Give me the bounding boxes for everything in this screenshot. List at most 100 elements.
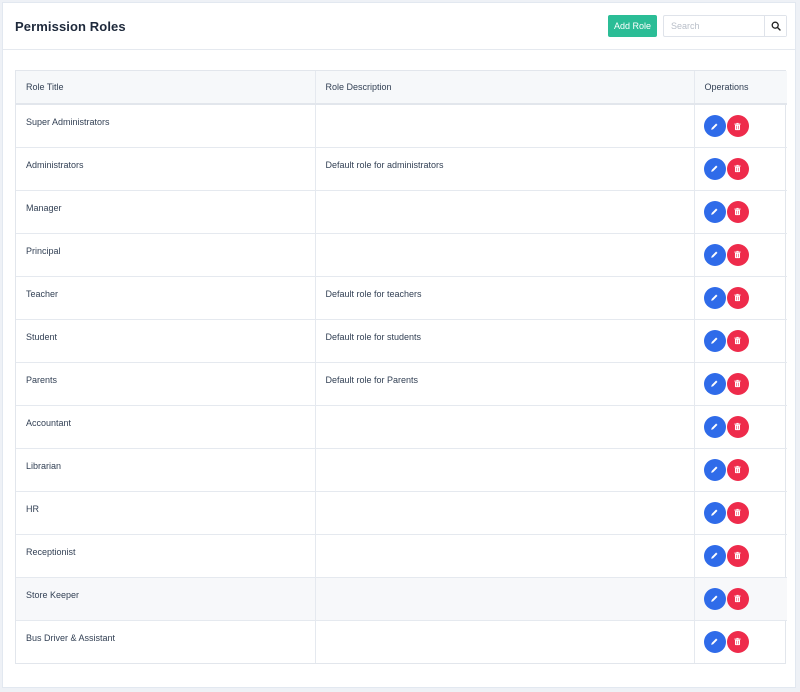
table-row: Administrators Default role for administr…: [16, 146, 787, 190]
trash-icon: [733, 462, 742, 477]
trash-icon: [733, 419, 742, 434]
trash-icon: [733, 290, 742, 305]
edit-role-button[interactable]: [703, 286, 726, 309]
edit-role-button[interactable]: [703, 200, 726, 223]
trash-icon: [733, 634, 742, 649]
role-title-cell: Librarian: [16, 447, 315, 491]
operations-cell: [693, 619, 787, 663]
role-title-cell: Super Administrators: [26, 117, 110, 127]
roles-table: Role Title Role Description Operations S…: [16, 71, 787, 663]
table-row: Manager: [16, 189, 787, 233]
role-description-cell: [314, 619, 694, 663]
pencil-icon: [710, 462, 719, 477]
delete-role-button[interactable]: [726, 200, 749, 223]
edit-role-button[interactable]: [703, 630, 726, 653]
role-description-cell: [314, 533, 694, 577]
column-header-role-title: Role Title: [16, 71, 315, 105]
role-title-cell: HR: [16, 490, 315, 534]
role-description-cell: Default role for Parents: [314, 361, 694, 405]
table-row: Receptionist: [16, 533, 787, 577]
search-input[interactable]: [664, 16, 765, 36]
table-row: Librarian: [16, 447, 787, 491]
operations-cell: [693, 104, 787, 147]
role-title-cell: Administrators: [16, 146, 315, 190]
pencil-icon: [710, 247, 719, 262]
table-header-row: Role Title Role Description Operations: [16, 71, 787, 105]
operations-cell: [693, 189, 787, 233]
role-title-cell: Store Keeper: [16, 576, 315, 620]
role-title-cell: Student: [16, 318, 315, 362]
operations-cell: [693, 318, 787, 362]
pencil-icon: [710, 634, 719, 649]
trash-icon: [733, 204, 742, 219]
delete-role-button[interactable]: [726, 157, 749, 180]
delete-role-button[interactable]: [726, 630, 749, 653]
delete-role-button[interactable]: [726, 544, 749, 567]
role-title-cell: Principal: [16, 232, 315, 276]
edit-role-button[interactable]: [703, 329, 726, 352]
delete-role-button[interactable]: [726, 501, 749, 524]
edit-role-button[interactable]: [703, 372, 726, 395]
edit-role-button[interactable]: [703, 501, 726, 524]
role-description-cell: [314, 232, 694, 276]
role-description-cell: [314, 576, 694, 620]
operations-cell: [693, 361, 787, 405]
pencil-icon: [710, 419, 719, 434]
operations-cell: [693, 490, 787, 534]
role-title-cell: Parents: [16, 361, 315, 405]
role-description-cell: [314, 404, 694, 448]
delete-role-button[interactable]: [726, 458, 749, 481]
operations-cell: [693, 576, 787, 620]
edit-role-button[interactable]: [703, 243, 726, 266]
delete-role-button[interactable]: [726, 115, 749, 137]
add-role-button[interactable]: Add Role: [608, 15, 657, 37]
roles-table-container: Role Title Role Description Operations S…: [15, 70, 787, 664]
delete-role-button[interactable]: [726, 286, 749, 309]
delete-role-button[interactable]: [726, 415, 749, 438]
role-description-cell: [314, 447, 694, 491]
column-header-role-description: Role Description: [314, 71, 694, 105]
search-icon: [771, 19, 781, 34]
role-title-cell: Teacher: [16, 275, 315, 319]
operations-cell: [693, 232, 787, 276]
delete-role-button[interactable]: [726, 372, 749, 395]
pencil-icon: [710, 161, 719, 176]
delete-role-button[interactable]: [726, 587, 749, 610]
edit-role-button[interactable]: [703, 587, 726, 610]
page-title: Permission Roles: [15, 19, 126, 34]
roles-table-body: Super Administrators Administrators Defaul…: [16, 104, 787, 663]
operations-cell: [693, 146, 787, 190]
edit-role-button[interactable]: [703, 415, 726, 438]
pencil-icon: [710, 548, 719, 563]
pencil-icon: [710, 119, 719, 134]
edit-role-button[interactable]: [703, 157, 726, 180]
table-row: Parents Default role for Parents: [16, 361, 787, 405]
table-row: HR: [16, 490, 787, 534]
edit-role-button[interactable]: [703, 458, 726, 481]
table-row: Teacher Default role for teachers: [16, 275, 787, 319]
table-row: Super Administrators: [16, 104, 787, 147]
search-button[interactable]: [764, 16, 786, 36]
pencil-icon: [710, 376, 719, 391]
role-description-cell: Default role for administrators: [314, 146, 694, 190]
role-description-cell: [314, 104, 694, 147]
search-box: [663, 15, 787, 37]
trash-icon: [733, 548, 742, 563]
table-row: Accountant: [16, 404, 787, 448]
role-title-cell: Receptionist: [16, 533, 315, 577]
column-header-operations: Operations: [693, 71, 787, 105]
card-header: Permission Roles Add Role: [3, 3, 795, 50]
delete-role-button[interactable]: [726, 243, 749, 266]
edit-role-button[interactable]: [703, 544, 726, 567]
pencil-icon: [710, 591, 719, 606]
table-row: Principal: [16, 232, 787, 276]
operations-cell: [693, 275, 787, 319]
edit-role-button[interactable]: [703, 115, 726, 137]
trash-icon: [733, 119, 742, 134]
role-description-cell: Default role for teachers: [314, 275, 694, 319]
delete-role-button[interactable]: [726, 329, 749, 352]
trash-icon: [733, 591, 742, 606]
trash-icon: [733, 505, 742, 520]
operations-cell: [693, 404, 787, 448]
pencil-icon: [710, 505, 719, 520]
